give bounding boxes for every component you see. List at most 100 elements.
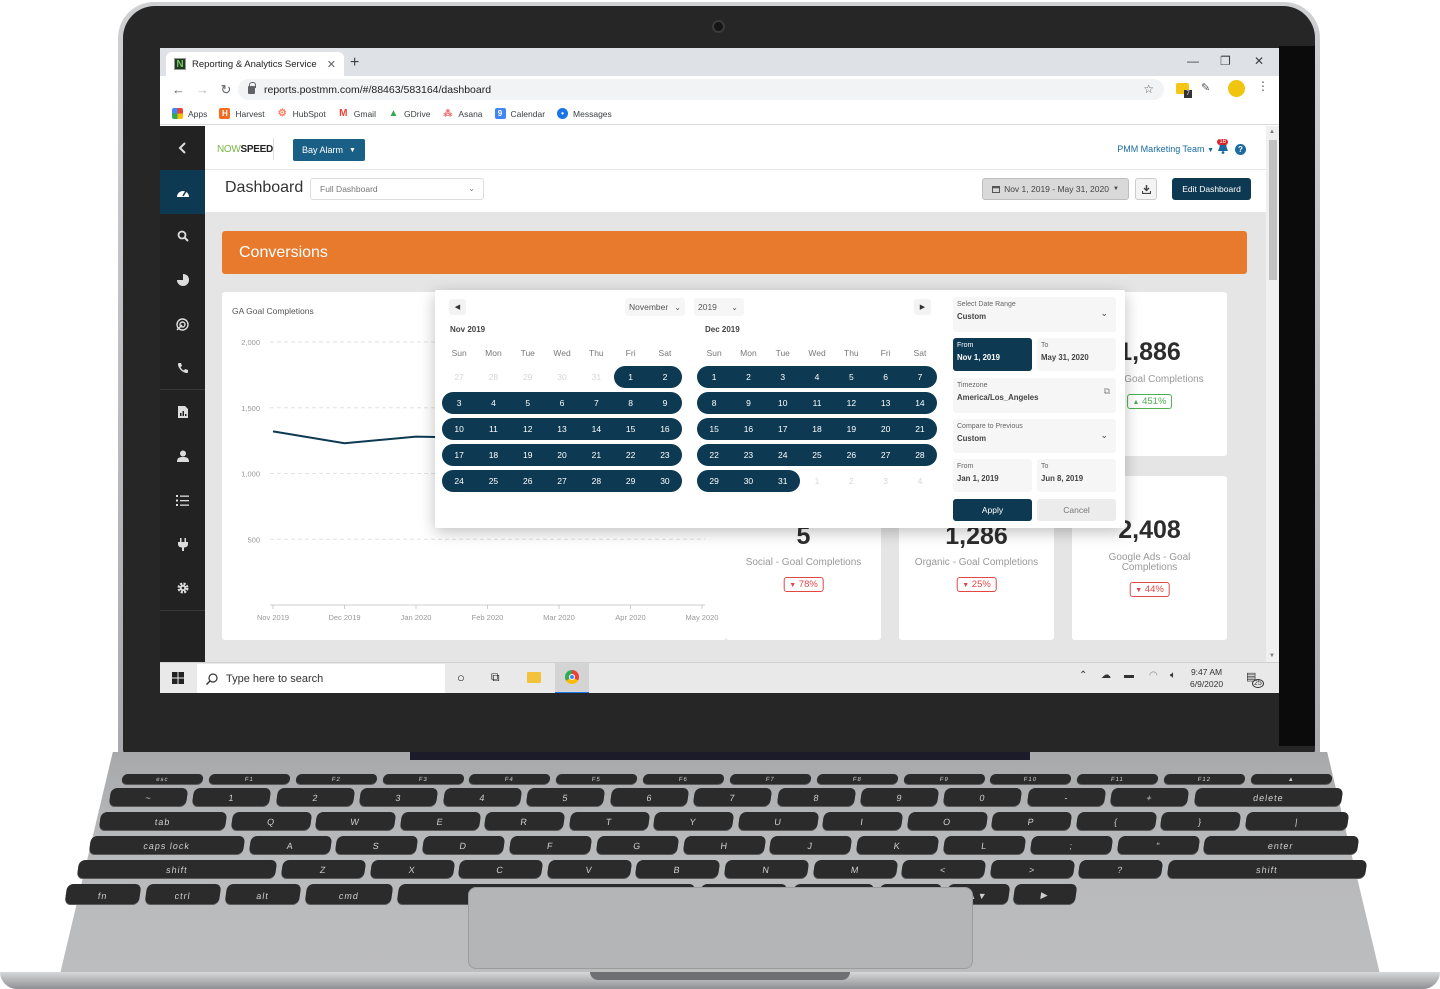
from-date-field[interactable]: From Nov 1, 2019: [953, 338, 1032, 371]
calendar-day-selected[interactable]: 15: [697, 418, 731, 440]
calendar-day-selected[interactable]: 11: [476, 418, 510, 440]
date-range-button[interactable]: Nov 1, 2019 - May 31, 2020 ▼: [982, 178, 1129, 200]
calendar-day-selected[interactable]: 10: [766, 392, 800, 414]
browser-tab[interactable]: N Reporting & Analytics Service ✕: [166, 52, 344, 76]
calendar-day-selected[interactable]: 26: [834, 444, 868, 466]
bookmark-gmail[interactable]: M Gmail: [338, 108, 376, 119]
page-scrollbar[interactable]: ▲ ▼: [1266, 126, 1279, 662]
compare-from-field[interactable]: From Jan 1, 2019: [953, 459, 1032, 492]
calendar-day-selected[interactable]: 20: [545, 444, 579, 466]
calendar-day-selected[interactable]: 28: [579, 470, 613, 492]
profile-avatar[interactable]: [1228, 80, 1245, 97]
calendar-day-outside[interactable]: 4: [903, 470, 937, 492]
calendar-day-selected[interactable]: 3: [442, 392, 476, 414]
external-link-icon[interactable]: ⧉: [1104, 386, 1110, 397]
calendar-day-selected[interactable]: 27: [868, 444, 902, 466]
calendar-day-selected[interactable]: 16: [648, 418, 682, 440]
scroll-up-icon[interactable]: ▲: [1269, 129, 1275, 135]
scroll-down-icon[interactable]: ▼: [1269, 653, 1275, 659]
year-select[interactable]: 2019 ⌄: [694, 298, 744, 316]
sidebar-item-reports[interactable]: [160, 258, 205, 302]
bookmark-apps[interactable]: Apps: [172, 108, 207, 119]
calendar-day-selected[interactable]: 5: [834, 366, 868, 388]
task-view-icon[interactable]: ⧉: [491, 670, 500, 685]
calendar-day-selected[interactable]: 15: [613, 418, 647, 440]
close-tab-icon[interactable]: ✕: [327, 58, 336, 71]
dashboard-select[interactable]: Full Dashboard ⌄: [310, 178, 484, 200]
new-tab-button[interactable]: +: [350, 54, 359, 72]
calendar-day-outside[interactable]: 27: [442, 366, 476, 388]
calendar-day-selected[interactable]: 22: [697, 444, 731, 466]
calendar-day-selected[interactable]: 17: [442, 444, 476, 466]
apply-button[interactable]: Apply: [953, 499, 1032, 521]
nowspeed-logo[interactable]: NOWSPEED: [217, 144, 273, 155]
calendar-day-selected[interactable]: 20: [868, 418, 902, 440]
calendar-day-selected[interactable]: 13: [868, 392, 902, 414]
bookmark-messages[interactable]: • Messages: [557, 108, 612, 119]
cortana-icon[interactable]: ○: [457, 670, 465, 685]
calendar-day-selected[interactable]: 18: [800, 418, 834, 440]
close-window-button[interactable]: ✕: [1254, 54, 1264, 68]
tray-overflow-icon[interactable]: ⌃: [1079, 670, 1087, 681]
calendar-day-selected[interactable]: 25: [476, 470, 510, 492]
sidebar-item-settings[interactable]: [160, 566, 205, 610]
address-bar[interactable]: reports.postmm.com/#/88463/583164/dashbo…: [238, 79, 1164, 100]
calendar-day-selected[interactable]: 21: [903, 418, 937, 440]
calendar-day-outside[interactable]: 3: [868, 470, 902, 492]
wifi-icon[interactable]: ◠: [1149, 670, 1158, 681]
calendar-day-selected[interactable]: 17: [766, 418, 800, 440]
sidebar-item-dashboard[interactable]: [160, 170, 205, 214]
calendar-day-selected[interactable]: 14: [579, 418, 613, 440]
calendar-day-selected[interactable]: 30: [731, 470, 765, 492]
compare-to-field[interactable]: To Jun 8, 2019: [1037, 459, 1116, 492]
bookmark-harvest[interactable]: H Harvest: [219, 108, 265, 119]
calendar-day-selected[interactable]: 24: [442, 470, 476, 492]
sidebar-item-documents[interactable]: [160, 390, 205, 434]
volume-icon[interactable]: 🔈︎: [1170, 670, 1176, 681]
bookmark-star-icon[interactable]: ☆: [1143, 82, 1154, 96]
calendar-day-selected[interactable]: 29: [613, 470, 647, 492]
compare-select[interactable]: Compare to Previous Custom ⌄: [953, 419, 1116, 453]
calendar-day-outside[interactable]: 31: [579, 366, 613, 388]
calendar-day-selected[interactable]: 30: [648, 470, 682, 492]
bookmark-asana[interactable]: ⁂ Asana: [442, 108, 482, 119]
month-select[interactable]: November ⌄: [625, 298, 685, 316]
calendar-day-selected[interactable]: 5: [511, 392, 545, 414]
calendar-day-selected[interactable]: 12: [834, 392, 868, 414]
calendar-day-selected[interactable]: 22: [613, 444, 647, 466]
bookmark-gdrive[interactable]: ▲ GDrive: [388, 108, 431, 119]
bookmark-calendar[interactable]: 9 Calendar: [494, 108, 545, 119]
calendar-day-selected[interactable]: 12: [511, 418, 545, 440]
calendar-day-selected[interactable]: 9: [731, 392, 765, 414]
sidebar-item-calls[interactable]: [160, 346, 205, 390]
calendar-day-selected[interactable]: 18: [476, 444, 510, 466]
calendar-day-selected[interactable]: 7: [579, 392, 613, 414]
maximize-button[interactable]: ❐: [1220, 54, 1231, 68]
calendar-day-selected[interactable]: 7: [903, 366, 937, 388]
sidebar-collapse[interactable]: [160, 126, 205, 170]
onedrive-error-icon[interactable]: ☁: [1101, 670, 1111, 681]
calendar-day-selected[interactable]: 13: [545, 418, 579, 440]
scroll-thumb[interactable]: [1269, 140, 1277, 280]
sidebar-item-integrations[interactable]: [160, 522, 205, 566]
chrome-taskbar-button[interactable]: [555, 663, 589, 693]
calendar-day-selected[interactable]: 14: [903, 392, 937, 414]
cancel-button[interactable]: Cancel: [1037, 499, 1116, 521]
download-button[interactable]: [1135, 178, 1157, 200]
calendar-day-selected[interactable]: 4: [476, 392, 510, 414]
reload-button[interactable]: ↻: [220, 82, 232, 98]
help-icon[interactable]: ?: [1235, 144, 1246, 155]
sidebar-item-tasks[interactable]: [160, 478, 205, 522]
team-selector[interactable]: PMM Marketing Team ▼: [1117, 144, 1214, 154]
calendar-day-selected[interactable]: 6: [868, 366, 902, 388]
calendar-day-outside[interactable]: 29: [511, 366, 545, 388]
calendar-day-selected[interactable]: 8: [697, 392, 731, 414]
to-date-field[interactable]: To May 31, 2020: [1037, 338, 1116, 371]
edit-dashboard-button[interactable]: Edit Dashboard: [1172, 178, 1251, 200]
sidebar-item-search[interactable]: [160, 214, 205, 258]
forward-button[interactable]: →: [196, 82, 209, 97]
calendar-day-selected[interactable]: 6: [545, 392, 579, 414]
calendar-day-selected[interactable]: 10: [442, 418, 476, 440]
calendar-day-selected[interactable]: 3: [766, 366, 800, 388]
timezone-field[interactable]: Timezone America/Los_Angeles ⧉: [953, 378, 1116, 413]
